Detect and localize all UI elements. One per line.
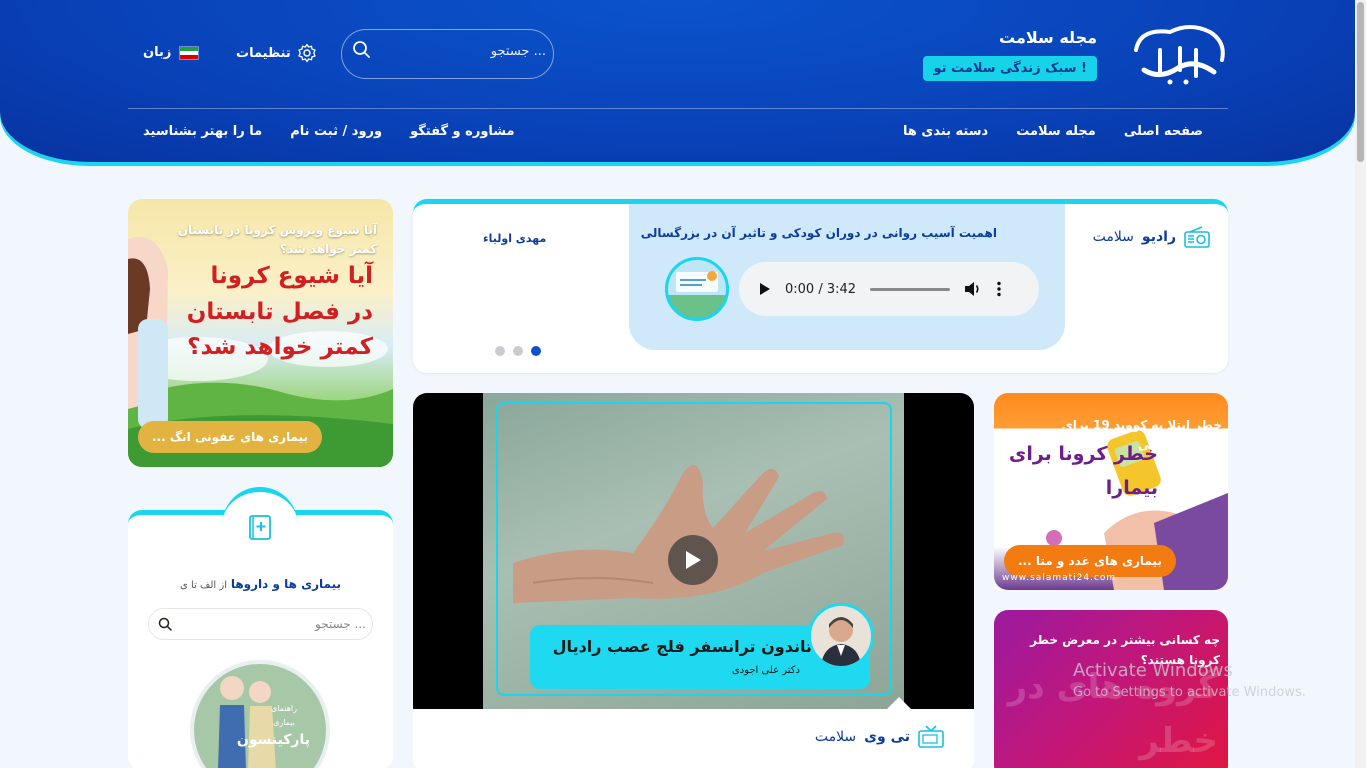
play-icon [686,551,701,569]
diseases-card: بیماری ها و داروها از الف تا ی راهنمای ب… [128,487,393,768]
promo-big-text: آیا شیوع کرونا در فصل تابستان کمتر خواهد… [186,263,373,361]
parkinson-line1: راهنمای [270,704,298,713]
more-options-icon[interactable] [996,281,1002,297]
thumbnail-graphic [676,271,718,292]
search-icon[interactable] [158,617,172,631]
main-nav: صفحه اصلی مجله سلامت دسته بندی ها [903,124,1203,139]
video-caption-title: تاندون ترانسفر فلج عصب رادیال [552,637,812,656]
promo-headline: آیا شیوع ویروس کرونا در تابستان کمتر خوا… [177,223,377,257]
nav-consult[interactable]: مشاوره و گفتگو [410,124,514,139]
page-scrollbar[interactable] [1355,0,1366,768]
volume-icon[interactable] [964,281,982,297]
header-search[interactable] [341,29,554,79]
language-button[interactable]: زبان [143,45,200,60]
radio-section-label: رادیو سلامت [1093,226,1210,248]
video-player[interactable]: تاندون ترانسفر فلج عصب رادیال دکتر علی ا… [413,393,974,709]
parkinson-line2: بیماری [273,717,295,727]
gear-icon [298,43,316,63]
settings-label: تنظیمات [236,45,291,61]
scrollbar-thumb[interactable] [1357,2,1364,162]
promo-footer-url: www.salamati24.com [1002,573,1117,583]
tv-section-label: تی وی سلامت [815,725,944,749]
tv-icon [918,725,944,748]
radio-card: رادیو سلامت اهمیت آسیب روانی در دوران کو… [413,199,1228,373]
watermark-line1: Activate Windows [1073,660,1233,681]
play-icon[interactable] [759,282,771,296]
carousel-dots [495,346,541,356]
video-caption-subtitle: دکتر علی اجودی [731,665,800,676]
site-title: مجله سلامت [999,28,1097,47]
radio-label-rest: سلامت [1092,229,1134,245]
doctor-avatar [808,603,874,669]
medical-book-icon [249,514,271,540]
search-icon[interactable] [352,40,372,60]
audio-player[interactable]: 0:00 / 3:42 [739,262,1039,316]
nav-categories[interactable]: دسته بندی ها [903,124,988,139]
promo-card-corona-summer[interactable]: آیا شیوع ویروس کرونا در تابستان کمتر خوا… [128,199,393,467]
radio-episode-title[interactable]: اهمیت آسیب روانی در دوران کودکی و تاثیر … [641,226,997,240]
site-logo[interactable] [1130,20,1226,88]
watermark-line2: Go to Settings to activate Windows. [1073,685,1306,700]
video-notch [885,697,913,711]
nav-magazine[interactable]: مجله سلامت [1016,124,1096,139]
header-divider [128,108,1228,109]
radio-label-bold: رادیو [1141,229,1176,245]
diseases-title-rest: از الف تا ی [180,580,227,591]
tv-video-card: تاندون ترانسفر فلج عصب رادیال دکتر علی ا… [413,393,974,768]
site-tagline: سبک زندگی سلامت تو ! [923,56,1097,81]
search-input[interactable] [382,44,546,59]
radio-episode-panel: اهمیت آسیب روانی در دوران کودکی و تاثیر … [629,204,1065,350]
parkinson-guide-image[interactable]: راهنمای بیماری پارکینسون [190,660,330,768]
language-label: زبان [143,45,172,60]
diseases-search-input[interactable] [181,617,366,631]
settings-button[interactable]: تنظیمات [236,43,317,63]
audio-time: 0:00 / 3:42 [785,281,857,297]
iran-flag-icon [179,45,200,60]
parkinson-caption: راهنمای بیماری پارکینسون [236,702,310,753]
radio-episode-thumbnail[interactable] [665,257,729,321]
medical-book-icon-ring [222,487,298,563]
carousel-dot-active[interactable] [531,346,541,356]
windows-activation-watermark: Activate Windows Go to Settings to activ… [1073,660,1306,700]
carousel-dot[interactable] [513,346,523,356]
secondary-nav: مشاوره و گفتگو ورود / ثبت نام ما را بهتر… [143,124,515,139]
promo-big-text: خطر کرونا برای بیمارا [1008,443,1158,500]
site-header: مجله سلامت سبک زندگی سلامت تو ! تنظیمات … [0,0,1355,162]
diseases-title-bold: بیماری ها و داروها [230,577,341,591]
tv-label-rest: سلامت [814,729,857,745]
diseases-title: بیماری ها و داروها از الف تا ی [128,577,393,591]
radio-icon [1184,226,1210,248]
nav-login[interactable]: ورود / ثبت نام [290,124,382,139]
category-tag[interactable]: بیماری های عفونی انگ ... [138,421,322,453]
nav-about[interactable]: ما را بهتر بشناسید [143,124,262,139]
parkinson-line3: پارکینسون [236,732,310,749]
tv-label-bold: تی وی [864,729,910,745]
audio-progress-bar[interactable] [870,287,951,291]
video-play-button[interactable] [668,535,718,585]
video-caption: تاندون ترانسفر فلج عصب رادیال دکتر علی ا… [530,603,874,689]
carousel-dot[interactable] [495,346,505,356]
diseases-search[interactable] [148,608,373,640]
promo-card-diabetes-covid[interactable]: خطر ابتلا به کووید 19 برای بیماران دیابت… [994,393,1228,590]
nav-home[interactable]: صفحه اصلی [1124,124,1203,139]
radio-episode-author: مهدی اولیاء [483,232,547,245]
